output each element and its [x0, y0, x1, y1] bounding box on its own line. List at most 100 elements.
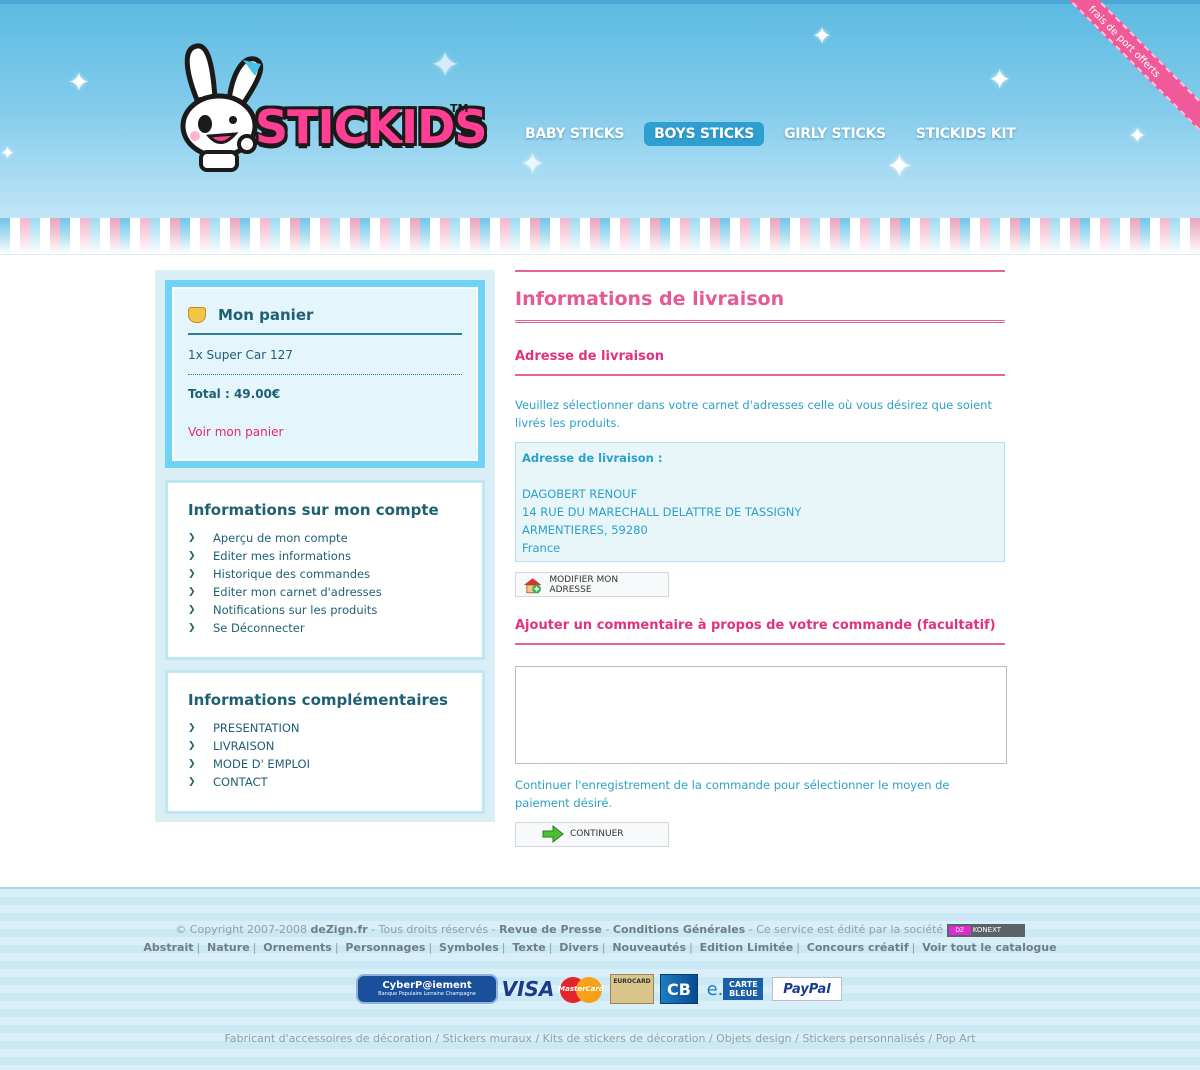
- sparkle-icon: ✦: [0, 143, 16, 164]
- left-sidebar: Mon panier 1x Super Car 127 Total : 49.0…: [155, 270, 495, 822]
- comment-textarea[interactable]: [515, 665, 1007, 764]
- address-heading: Adresse de livraison: [515, 349, 1005, 376]
- category-link[interactable]: Personnages: [345, 941, 425, 954]
- press-link[interactable]: Revue de Presse: [499, 923, 602, 936]
- category-link[interactable]: Ornements: [263, 941, 332, 954]
- link-label: MODE D' EMPLOI: [213, 757, 310, 771]
- cart-header: Mon panier: [188, 297, 462, 335]
- arrow-right-icon: [542, 825, 564, 843]
- modify-address-label: MODIFIER MON ADRESSE: [549, 574, 619, 595]
- account-link-edit-info[interactable]: ❯ Editer mes informations: [188, 547, 462, 565]
- account-links: ❯ Aperçu de mon compte ❯ Editer mes inform…: [188, 529, 462, 637]
- address-line: 14 RUE DU MARECHALL DELATTRE DE TASSIGNY: [522, 505, 802, 519]
- eurocard-label: EUROCARD: [613, 978, 651, 985]
- sparkle-icon: ✦: [812, 22, 833, 50]
- rights-text: - Tous droits réservés -: [367, 923, 500, 936]
- continue-row: CONTINUER: [515, 821, 1005, 848]
- account-link-order-history[interactable]: ❯ Historique des commandes: [188, 565, 462, 583]
- separator: |: [689, 941, 693, 954]
- extra-link-contact[interactable]: ❯ CONTACT: [188, 773, 462, 791]
- copyright-line: © Copyright 2007-2008 deZign.fr - Tous d…: [0, 923, 1200, 937]
- continue-label: CONTINUER: [570, 829, 624, 839]
- cyber-sub: Banque Populaire Lorraine Champagne: [378, 990, 476, 997]
- extra-links: ❯ PRESENTATION ❯ LIVRAISON ❯ MODE D' EMPLOI…: [188, 719, 462, 791]
- chevron-right-icon: ❯: [188, 777, 196, 787]
- separator: |: [548, 941, 553, 954]
- category-link[interactable]: Nouveautés: [612, 941, 686, 954]
- comment-heading: Ajouter un commentaire à propos de votre…: [515, 618, 1005, 645]
- nav-boys-sticks[interactable]: BOYS STICKS: [644, 122, 765, 146]
- sparkle-icon: ✦: [68, 68, 90, 98]
- carte-bleue-logo: e. CARTE BLEUE: [704, 974, 766, 1004]
- modify-address-button[interactable]: MODIFIER MON ADRESSE: [515, 572, 669, 597]
- header-top-line: [0, 0, 1200, 4]
- category-link[interactable]: Edition Limitée: [700, 941, 794, 954]
- separator: |: [196, 941, 201, 954]
- chevron-right-icon: ❯: [188, 551, 196, 561]
- separator: |: [252, 941, 257, 954]
- category-link[interactable]: Nature: [207, 941, 250, 954]
- cb-logo: CB: [660, 974, 698, 1004]
- chevron-right-icon: ❯: [188, 623, 196, 633]
- chevron-right-icon: ❯: [188, 723, 196, 733]
- account-link-address-book[interactable]: ❯ Editer mon carnet d'adresses: [188, 583, 462, 601]
- link-label: Notifications sur les produits: [213, 603, 378, 617]
- basket-icon: [188, 307, 206, 323]
- link-label: Historique des commandes: [213, 567, 371, 581]
- sparkle-icon: ✦: [520, 147, 546, 182]
- nav-girly-sticks[interactable]: GIRLY STICKS: [774, 122, 896, 146]
- extra-link-mode-emploi[interactable]: ❯ MODE D' EMPLOI: [188, 755, 462, 773]
- main-content: Informations de livraison Adresse de liv…: [515, 270, 1007, 848]
- cart-total: Total : 49.00€: [188, 387, 281, 401]
- mc-label: MasterCard: [558, 985, 604, 993]
- konext-name: KONEXT: [972, 925, 1002, 934]
- konext-logo[interactable]: DZ KONEXT: [946, 923, 1025, 937]
- chevron-right-icon: ❯: [188, 533, 196, 543]
- account-link-notifications[interactable]: ❯ Notifications sur les produits: [188, 601, 462, 619]
- sparkle-icon: ✦: [988, 63, 1012, 96]
- category-link[interactable]: Symboles: [439, 941, 499, 954]
- separator: |: [334, 941, 339, 954]
- address-line: France: [522, 541, 561, 555]
- nav-baby-sticks[interactable]: BABY STICKS: [515, 122, 634, 146]
- dash-text: -: [601, 923, 613, 936]
- cart-box: Mon panier 1x Super Car 127 Total : 49.0…: [165, 280, 485, 468]
- separator: |: [911, 941, 916, 954]
- trademark-sign: TM: [450, 102, 469, 115]
- dezign-link[interactable]: deZign.fr: [311, 923, 368, 936]
- konext-dz: DZ: [948, 925, 971, 935]
- nav-stickids-kit[interactable]: STICKIDS KIT: [906, 122, 1026, 146]
- eurocard-logo: EUROCARD: [610, 974, 654, 1004]
- account-link-overview[interactable]: ❯ Aperçu de mon compte: [188, 529, 462, 547]
- site-logo[interactable]: STICKIDS TM: [175, 40, 487, 180]
- account-info-box: Informations sur mon compte ❯ Aperçu de m…: [165, 480, 485, 660]
- address-line: ARMENTIERES, 59280: [522, 523, 648, 537]
- address-line: DAGOBERT RENOUF: [522, 487, 638, 501]
- chevron-right-icon: ❯: [188, 605, 196, 615]
- cart-inner: Mon panier 1x Super Car 127 Total : 49.0…: [174, 289, 476, 459]
- address-label: Adresse de livraison :: [522, 451, 663, 465]
- extra-link-presentation[interactable]: ❯ PRESENTATION: [188, 719, 462, 737]
- category-link[interactable]: Divers: [559, 941, 599, 954]
- view-cart-link[interactable]: Voir mon panier: [188, 425, 462, 439]
- link-label: CONTACT: [213, 775, 268, 789]
- chevron-right-icon: ❯: [188, 569, 196, 579]
- category-link[interactable]: Texte: [512, 941, 545, 954]
- continue-button[interactable]: CONTINUER: [515, 821, 669, 847]
- category-link[interactable]: Concours créatif: [807, 941, 909, 954]
- cyberpaiement-logo: CyberP@iement Banque Populaire Lorraine …: [356, 974, 498, 1004]
- continue-text: Continuer l'enregistrement de la command…: [515, 777, 950, 810]
- account-link-logout[interactable]: ❯ Se Déconnecter: [188, 619, 462, 637]
- free-shipping-ribbon[interactable]: frais de port offerts: [1035, 0, 1200, 131]
- link-label: Se Déconnecter: [213, 621, 305, 635]
- extra-link-livraison[interactable]: ❯ LIVRAISON: [188, 737, 462, 755]
- category-link[interactable]: Voir tout le catalogue: [922, 941, 1056, 954]
- visa-logo: VISA: [501, 977, 555, 1001]
- cgv-link[interactable]: Conditions Générales: [613, 923, 745, 936]
- mastercard-logo: MasterCard: [558, 974, 604, 1004]
- chevron-right-icon: ❯: [188, 741, 196, 751]
- seo-links[interactable]: Fabricant d'accessoires de décoration / …: [0, 1032, 1200, 1045]
- chevron-right-icon: ❯: [188, 759, 196, 769]
- category-link[interactable]: Abstrait: [143, 941, 193, 954]
- cart-title: Mon panier: [218, 306, 314, 324]
